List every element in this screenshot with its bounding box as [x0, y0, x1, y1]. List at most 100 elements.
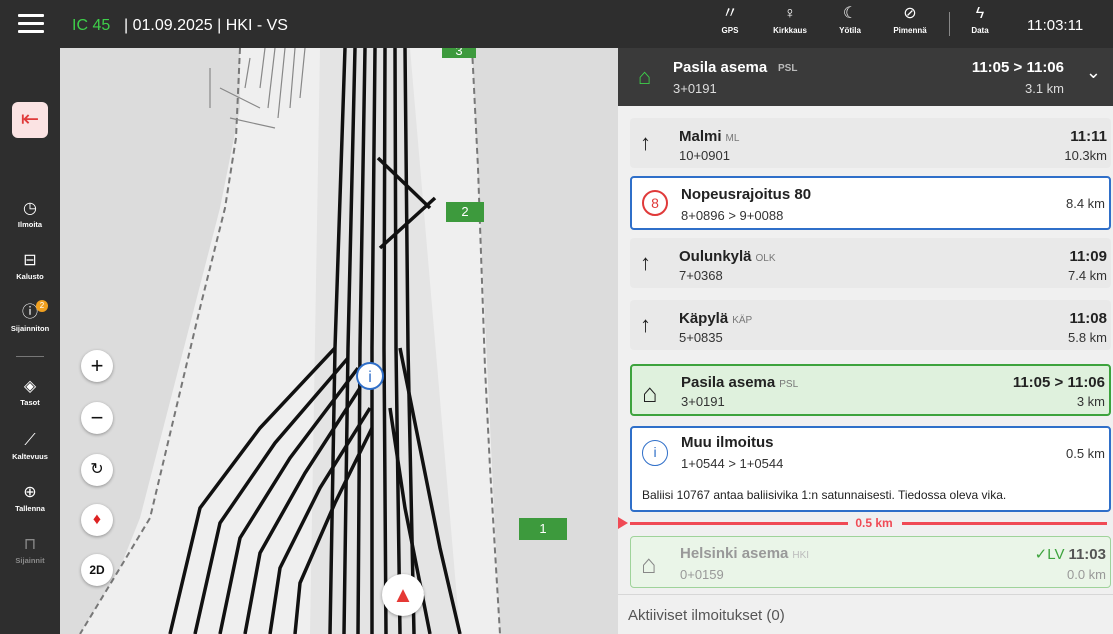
- slope-chart-icon: ⟋: [24, 432, 36, 449]
- navigation-arrow-icon: ▲: [392, 582, 414, 607]
- gps-icon: 〃: [721, 5, 738, 22]
- sidebar-item-ilmoita[interactable]: ◷ Ilmoita: [0, 200, 60, 229]
- route-icon: ↻: [90, 461, 104, 478]
- notice-text: Baliisi 10767 antaa baliisivika 1:n satu…: [642, 488, 1007, 502]
- sidebar-item-sijainniton[interactable]: ⓘ 2 Sijainniton: [0, 300, 60, 333]
- station-name-text: Malmi: [679, 128, 722, 145]
- arrow-up-icon: ↑: [640, 312, 651, 337]
- station-code: PSL: [779, 379, 799, 390]
- station-name: Helsinki asema HKI: [680, 545, 809, 562]
- current-station-time: 11:05 > 11:06: [971, 59, 1064, 76]
- speed-limit-km: 8+0896 > 9+0088: [681, 208, 784, 223]
- night-mode-toggle[interactable]: ☾ Yötila: [820, 4, 880, 44]
- dim-toggle[interactable]: ⊘ Pimennä: [880, 4, 940, 44]
- brightness-toggle[interactable]: ♀ Kirkkaus: [760, 4, 820, 44]
- gps-toggle[interactable]: 〃 GPS: [700, 4, 760, 44]
- track-map[interactable]: i 3 2 1 + − ↻ ♦ 2D ▲: [60, 48, 618, 634]
- station-km: 10+0901: [679, 148, 730, 163]
- sidebar-item-label: Kalusto: [16, 272, 44, 281]
- night-mode-label: Yötila: [839, 26, 861, 35]
- current-station-header[interactable]: ⌂ Pasila asema PSL 3+0191 11:05 > 11:06 …: [618, 48, 1113, 106]
- station-km: 5+0835: [679, 330, 723, 345]
- data-label: Data: [971, 26, 989, 35]
- info-icon: ⓘ: [21, 304, 38, 321]
- station-km: 0+0159: [680, 567, 724, 582]
- data-toggle[interactable]: ϟ Data: [960, 4, 1000, 35]
- zoom-out-button[interactable]: −: [81, 402, 113, 434]
- chevron-down-icon[interactable]: ⌄: [1086, 62, 1101, 83]
- station-name-text: Helsinki asema: [680, 545, 789, 562]
- route-button[interactable]: ↻: [81, 454, 113, 486]
- station-name-text: Oulunkylä: [679, 248, 752, 265]
- compass-icon: ♦: [92, 511, 102, 528]
- station-distance: 3 km: [1076, 394, 1105, 409]
- svg-text:i: i: [368, 369, 372, 386]
- layers-icon: ◈: [23, 378, 37, 395]
- progress-pointer-icon: [618, 517, 628, 529]
- list-item[interactable]: ↑ Oulunkylä OLK 7+0368 11:09 7.4 km: [630, 238, 1111, 288]
- menu-icon[interactable]: [18, 14, 44, 34]
- home-icon: ⌂: [641, 549, 657, 579]
- map-canvas: i: [79, 48, 501, 634]
- list-item[interactable]: 8 Nopeusrajoitus 80 8+0896 > 9+0088 8.4 …: [630, 176, 1111, 230]
- sidebar-item-kaltevuus[interactable]: ⟋ Kaltevuus: [0, 432, 60, 461]
- list-item[interactable]: ⌂ Helsinki asema HKI 0+0159 ✓LV 11:03 0.0 …: [630, 536, 1111, 588]
- km-marker-2: 2: [446, 202, 484, 222]
- info-icon: i: [642, 440, 668, 466]
- home-icon: ⌂: [642, 378, 658, 408]
- sidebar-item-label: Kaltevuus: [12, 452, 48, 461]
- km-marker-3: 3: [442, 48, 476, 58]
- station-time: 11:03: [1068, 546, 1106, 563]
- station-code: HKI: [792, 550, 810, 561]
- sidebar-item-sijainnit[interactable]: ⊓ Sijainnit: [0, 536, 60, 565]
- bookmark-icon: ⊓: [23, 536, 37, 553]
- dim-icon: ⊘: [903, 5, 917, 22]
- sidebar-item-tasot[interactable]: ◈ Tasot: [0, 378, 60, 407]
- station-distance: 0.0 km: [1066, 567, 1106, 582]
- progress-line-left: [630, 522, 848, 525]
- speed-limit-distance: 8.4 km: [1065, 196, 1105, 211]
- status-icons: 〃 GPS ♀ Kirkkaus ☾ Yötila ⊘ Pimennä: [700, 4, 940, 44]
- current-station-code: PSL: [778, 63, 798, 74]
- sidebar: ⇤ ◷ Ilmoita ⊟ Kalusto ⓘ 2 Sijainniton ◈ …: [0, 48, 60, 634]
- history-icon: ◷: [23, 200, 37, 217]
- compass-button[interactable]: ♦: [81, 504, 113, 536]
- train-id: IC 45: [72, 17, 111, 34]
- station-code: KÄP: [732, 315, 753, 326]
- target-icon: ⊕: [23, 484, 37, 501]
- brightness-label: Kirkkaus: [773, 26, 807, 35]
- station-name: Pasila asema PSL: [681, 374, 798, 391]
- zoom-in-button[interactable]: +: [81, 350, 113, 382]
- train-icon: ⊟: [23, 252, 37, 269]
- station-km: 3+0191: [681, 394, 725, 409]
- data-icon: ϟ: [975, 5, 985, 22]
- sidebar-divider: [16, 356, 44, 357]
- sidebar-item-label: Ilmoita: [17, 220, 43, 229]
- clock: 11:03:11: [1027, 17, 1084, 34]
- view-mode-button[interactable]: 2D: [81, 554, 113, 586]
- sidebar-item-kalusto[interactable]: ⊟ Kalusto: [0, 252, 60, 281]
- route-panel: ⌂ Pasila asema PSL 3+0191 11:05 > 11:06 …: [618, 48, 1113, 634]
- exit-icon: ⇤: [20, 106, 40, 131]
- active-notices-footer[interactable]: Aktiiviset ilmoitukset (0): [618, 594, 1113, 634]
- divider: [949, 12, 950, 36]
- notice-distance: 0.5 km: [1065, 446, 1105, 461]
- list-item[interactable]: ↑ Malmi ML 10+0901 11:11 10.3km: [630, 118, 1111, 168]
- notice-title: Muu ilmoitus: [681, 434, 774, 451]
- station-name-text: Käpylä: [679, 310, 729, 327]
- exit-button[interactable]: ⇤: [12, 102, 48, 138]
- notice-km: 1+0544 > 1+0544: [681, 456, 784, 471]
- list-item[interactable]: ⌂ Pasila asema PSL 3+0191 11:05 > 11:06 3…: [630, 364, 1111, 416]
- recenter-button[interactable]: ▲: [382, 574, 424, 616]
- sidebar-item-label: Tallenna: [15, 504, 45, 513]
- sidebar-item-tallenna[interactable]: ⊕ Tallenna: [0, 484, 60, 513]
- station-time: 11:09: [1069, 248, 1107, 265]
- list-item[interactable]: ↑ Käpylä KÄP 5+0835 11:08 5.8 km: [630, 300, 1111, 350]
- station-distance: 7.4 km: [1067, 268, 1107, 283]
- current-station-km: 3+0191: [673, 81, 717, 96]
- station-time: 11:08: [1069, 310, 1107, 327]
- speed-limit-icon: 8: [642, 190, 668, 216]
- sidebar-item-label: Sijainnit: [15, 556, 45, 565]
- active-notices-label: Aktiiviset ilmoitukset (0): [628, 607, 785, 624]
- list-item[interactable]: i Muu ilmoitus 1+0544 > 1+0544 0.5 km Ba…: [630, 426, 1111, 512]
